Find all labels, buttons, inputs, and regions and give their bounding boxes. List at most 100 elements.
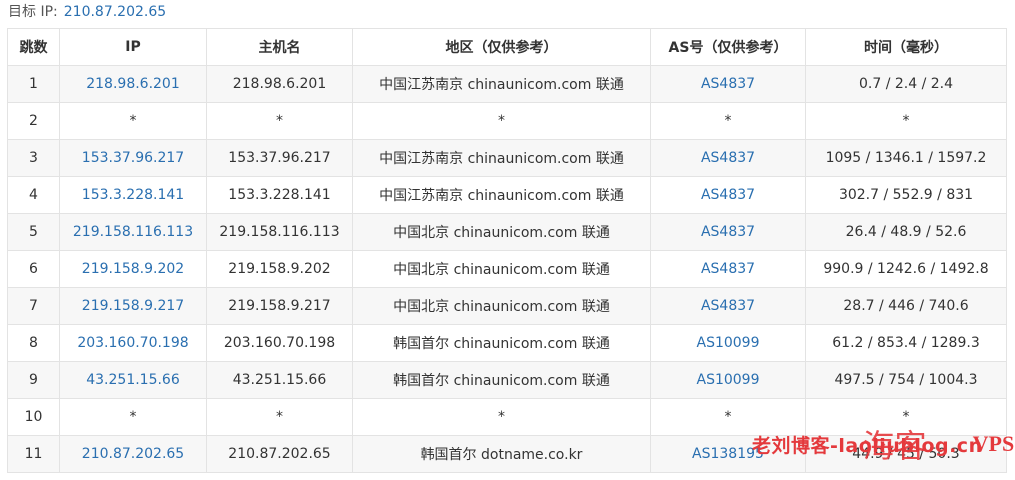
as-link[interactable]: AS4837 [701, 224, 755, 240]
cell-region: 韩国首尔 chinaunicom.com 联通 [352, 361, 651, 399]
cell-hop: 10 [7, 398, 60, 436]
cell-region: 中国北京 chinaunicom.com 联通 [352, 250, 651, 288]
cell-as: AS4837 [650, 176, 806, 214]
as-link[interactable]: AS4837 [701, 150, 755, 166]
table-row: 11 210.87.202.65 210.87.202.65 韩国首尔 dotname… [7, 435, 1007, 473]
cell-time: 28.7 / 446 / 740.6 [805, 287, 1007, 325]
cell-hostname: 218.98.6.201 [206, 65, 353, 103]
target-ip-line: 目标 IP: 210.87.202.65 [8, 2, 166, 22]
cell-region: 中国北京 chinaunicom.com 联通 [352, 287, 651, 325]
cell-ip: * [59, 398, 207, 436]
table-row: 6 219.158.9.202 219.158.9.202 中国北京 chinauni… [7, 250, 1007, 288]
cell-as: AS4837 [650, 287, 806, 325]
ip-link[interactable]: 210.87.202.65 [82, 446, 184, 462]
cell-hop: 3 [7, 139, 60, 177]
cell-ip: 203.160.70.198 [59, 324, 207, 362]
cell-hop: 2 [7, 102, 60, 140]
cell-time: 44.9 / 45 / 50.3 [805, 435, 1007, 473]
cell-ip: 219.158.116.113 [59, 213, 207, 251]
cell-hostname: * [206, 102, 353, 140]
table-row: 1 218.98.6.201 218.98.6.201 中国江苏南京 chinauni… [7, 65, 1007, 103]
cell-hostname: 219.158.9.217 [206, 287, 353, 325]
as-link[interactable]: AS138195 [692, 446, 764, 462]
cell-ip: 219.158.9.217 [59, 287, 207, 325]
cell-as: AS4837 [650, 139, 806, 177]
cell-as: AS10099 [650, 324, 806, 362]
ip-link[interactable]: 219.158.9.217 [82, 298, 184, 314]
cell-hostname: 210.87.202.65 [206, 435, 353, 473]
target-ip-label: 目标 IP: [8, 4, 58, 20]
cell-ip: 153.37.96.217 [59, 139, 207, 177]
cell-hop: 1 [7, 65, 60, 103]
cell-region: 中国江苏南京 chinaunicom.com 联通 [352, 176, 651, 214]
header-hostname: 主机名 [206, 28, 353, 66]
cell-hostname: 43.251.15.66 [206, 361, 353, 399]
header-as: AS号（仅供参考） [650, 28, 806, 66]
ip-link[interactable]: 218.98.6.201 [86, 76, 180, 92]
cell-as: AS4837 [650, 250, 806, 288]
cell-hostname: 219.158.9.202 [206, 250, 353, 288]
header-region: 地区（仅供参考） [352, 28, 651, 66]
as-link[interactable]: AS4837 [701, 261, 755, 277]
ip-link[interactable]: 43.251.15.66 [86, 372, 180, 388]
cell-ip: 219.158.9.202 [59, 250, 207, 288]
ip-link[interactable]: 153.37.96.217 [82, 150, 184, 166]
table-body: 1 218.98.6.201 218.98.6.201 中国江苏南京 chinauni… [7, 65, 1007, 473]
table-row: 8 203.160.70.198 203.160.70.198 韩国首尔 chinau… [7, 324, 1007, 362]
cell-hop: 7 [7, 287, 60, 325]
cell-time: 61.2 / 853.4 / 1289.3 [805, 324, 1007, 362]
table-row: 2 * * * * * [7, 102, 1007, 140]
cell-hop: 6 [7, 250, 60, 288]
cell-time: 497.5 / 754 / 1004.3 [805, 361, 1007, 399]
table-header-row: 跳数 IP 主机名 地区（仅供参考） AS号（仅供参考） 时间（毫秒） [7, 28, 1007, 66]
cell-time: * [805, 398, 1007, 436]
cell-region: 中国江苏南京 chinaunicom.com 联通 [352, 139, 651, 177]
target-ip-value[interactable]: 210.87.202.65 [64, 4, 166, 20]
cell-ip: 218.98.6.201 [59, 65, 207, 103]
header-ip: IP [59, 28, 207, 66]
cell-time: 0.7 / 2.4 / 2.4 [805, 65, 1007, 103]
cell-as: * [650, 102, 806, 140]
cell-ip: 43.251.15.66 [59, 361, 207, 399]
as-link[interactable]: AS4837 [701, 298, 755, 314]
cell-hostname: 219.158.116.113 [206, 213, 353, 251]
table-row: 3 153.37.96.217 153.37.96.217 中国江苏南京 chinau… [7, 139, 1007, 177]
cell-time: 990.9 / 1242.6 / 1492.8 [805, 250, 1007, 288]
table-row: 9 43.251.15.66 43.251.15.66 韩国首尔 chinaunico… [7, 361, 1007, 399]
cell-region: 中国北京 chinaunicom.com 联通 [352, 213, 651, 251]
traceroute-page: 目标 IP: 210.87.202.65 跳数 IP 主机名 地区（仅供参考） A… [0, 0, 1015, 480]
cell-as: * [650, 398, 806, 436]
table-row: 7 219.158.9.217 219.158.9.217 中国北京 chinauni… [7, 287, 1007, 325]
as-link[interactable]: AS10099 [697, 372, 760, 388]
table-row: 10 * * * * * [7, 398, 1007, 436]
cell-ip: 153.3.228.141 [59, 176, 207, 214]
cell-hostname: * [206, 398, 353, 436]
ip-link[interactable]: 203.160.70.198 [77, 335, 188, 351]
cell-region: 韩国首尔 chinaunicom.com 联通 [352, 324, 651, 362]
header-hop: 跳数 [7, 28, 60, 66]
as-link[interactable]: AS4837 [701, 187, 755, 203]
cell-as: AS4837 [650, 213, 806, 251]
cell-ip: 210.87.202.65 [59, 435, 207, 473]
table-row: 4 153.3.228.141 153.3.228.141 中国江苏南京 chinau… [7, 176, 1007, 214]
cell-hostname: 153.37.96.217 [206, 139, 353, 177]
as-link[interactable]: AS4837 [701, 76, 755, 92]
cell-as: AS138195 [650, 435, 806, 473]
ip-link[interactable]: 219.158.9.202 [82, 261, 184, 277]
cell-hop: 5 [7, 213, 60, 251]
cell-time: 302.7 / 552.9 / 831 [805, 176, 1007, 214]
as-link[interactable]: AS10099 [697, 335, 760, 351]
cell-hop: 9 [7, 361, 60, 399]
cell-as: AS10099 [650, 361, 806, 399]
cell-as: AS4837 [650, 65, 806, 103]
ip-link[interactable]: 219.158.116.113 [73, 224, 193, 240]
cell-time: 1095 / 1346.1 / 1597.2 [805, 139, 1007, 177]
cell-ip: * [59, 102, 207, 140]
cell-hop: 11 [7, 435, 60, 473]
cell-region: 中国江苏南京 chinaunicom.com 联通 [352, 65, 651, 103]
cell-time: 26.4 / 48.9 / 52.6 [805, 213, 1007, 251]
cell-region: 韩国首尔 dotname.co.kr [352, 435, 651, 473]
ip-link[interactable]: 153.3.228.141 [82, 187, 184, 203]
cell-time: * [805, 102, 1007, 140]
cell-region: * [352, 102, 651, 140]
